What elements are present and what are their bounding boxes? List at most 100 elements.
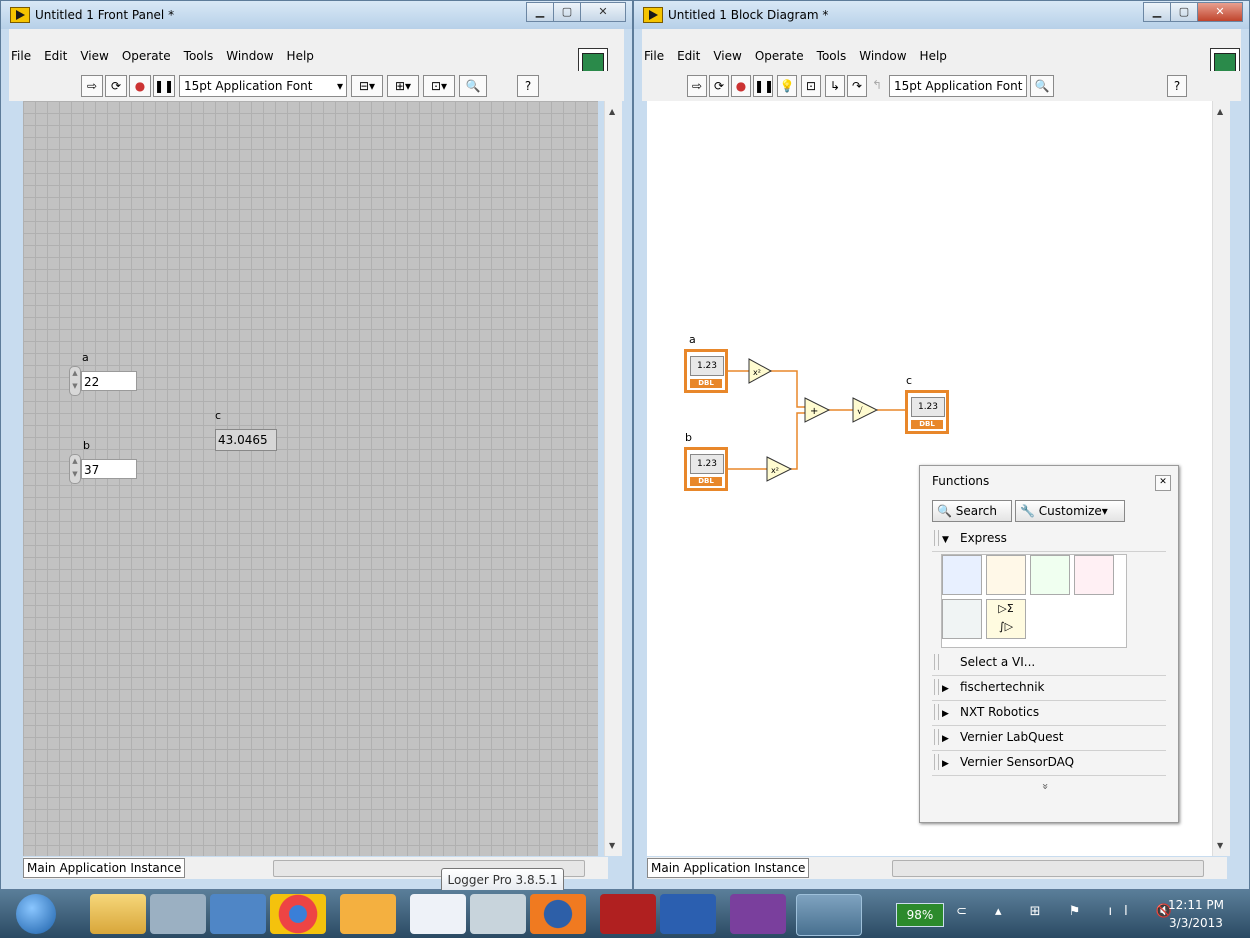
clock[interactable]: 12:11 PM 3/3/2013 (1168, 896, 1224, 932)
signal-manipulation-icon[interactable] (1030, 555, 1070, 595)
font-selector[interactable]: 15pt Application Font (889, 75, 1027, 97)
palette-item-sensordaq[interactable]: ▶ Vernier SensorDAQ (932, 750, 1166, 776)
control-a[interactable]: ▲ ▼ 22 (69, 366, 137, 396)
palette-express[interactable]: ▼ Express (932, 526, 1166, 552)
vertical-scrollbar[interactable]: ▲ ▼ (1212, 101, 1230, 856)
more-icon[interactable]: » (1039, 783, 1052, 790)
menu-window[interactable]: Window (859, 49, 906, 63)
exec-control-icon[interactable] (1074, 555, 1114, 595)
start-button[interactable] (16, 894, 56, 934)
step-into-icon[interactable]: ↳ (825, 75, 845, 97)
add-label: + (810, 406, 818, 417)
menu-view[interactable]: View (713, 49, 741, 63)
resize-objects-icon[interactable]: ⊡▾ (423, 75, 455, 97)
spinner-icon[interactable]: ▲ ▼ (69, 454, 81, 484)
pause-icon[interactable]: ❚❚ (153, 75, 175, 97)
labview-taskbar-icon[interactable] (796, 894, 862, 936)
menu-file[interactable]: File (644, 49, 664, 63)
menu-help[interactable]: Help (920, 49, 947, 63)
abort-icon[interactable]: ● (731, 75, 751, 97)
menu-operate[interactable]: Operate (122, 49, 171, 63)
block-diagram-titlebar[interactable]: Untitled 1 Block Diagram * ▁ ▢ ✕ (634, 1, 1249, 29)
run-arrow-icon[interactable]: ⇨ (81, 75, 103, 97)
customize-button[interactable]: 🔧 Customize▾ (1015, 500, 1125, 522)
close-icon[interactable]: ✕ (1155, 475, 1171, 491)
scroll-up-icon[interactable]: ▲ (1217, 107, 1223, 116)
battery-percent: 98% (906, 908, 934, 922)
palette-item-nxt[interactable]: ▶ NXT Robotics (932, 700, 1166, 726)
chrome-icon[interactable] (270, 894, 326, 934)
sqrt-label: √ (857, 406, 863, 417)
scroll-up-icon[interactable]: ▲ (609, 107, 615, 116)
notepad-icon[interactable] (470, 894, 526, 934)
pause-icon[interactable]: ❚❚ (753, 75, 774, 97)
onenote-icon[interactable] (730, 894, 786, 934)
arithmetic-icon[interactable]: ▷Σ ∫▷ (986, 599, 1026, 639)
step-over-icon[interactable]: ↷ (847, 75, 867, 97)
menu-view[interactable]: View (80, 49, 108, 63)
application-instance[interactable]: Main Application Instance (23, 858, 186, 878)
minimize-button[interactable]: ▁ (1143, 2, 1171, 22)
horizontal-scrollbar[interactable] (892, 860, 1204, 877)
maximize-button[interactable]: ▢ (553, 2, 581, 22)
font-selector[interactable]: 15pt Application Font ▾ (179, 75, 347, 97)
menu-operate[interactable]: Operate (755, 49, 804, 63)
close-button[interactable]: ✕ (1197, 2, 1243, 22)
abort-icon[interactable]: ● (129, 75, 151, 97)
menu-edit[interactable]: Edit (677, 49, 700, 63)
palette-item-labquest[interactable]: ▶ Vernier LabQuest (932, 725, 1166, 751)
filezilla-icon[interactable] (600, 894, 656, 934)
word-icon[interactable] (660, 894, 716, 934)
palette-item-select-vi[interactable]: Select a VI... (932, 650, 1166, 676)
search-button[interactable]: 🔍 Search (932, 500, 1012, 522)
run-continuously-icon[interactable]: ⟳ (105, 75, 127, 97)
menu-tools[interactable]: Tools (184, 49, 214, 63)
retain-wire-values-icon[interactable]: ⊡ (801, 75, 821, 97)
explorer-icon[interactable] (90, 894, 146, 934)
terminal-c[interactable]: 1.23 DBL (905, 390, 949, 434)
terminal-b[interactable]: 1.23 DBL (684, 447, 728, 491)
reorder-icon[interactable]: 🔍 (459, 75, 487, 97)
menu-edit[interactable]: Edit (44, 49, 67, 63)
menu-file[interactable]: File (11, 49, 31, 63)
terminal-a[interactable]: 1.23 DBL (684, 349, 728, 393)
vertical-scrollbar[interactable]: ▲ ▼ (604, 101, 622, 856)
front-panel-canvas[interactable]: a ▲ ▼ 22 b ▲ ▼ 37 c 43.0465 (23, 101, 598, 856)
input-subpalette-icon[interactable] (942, 555, 982, 595)
front-panel-titlebar[interactable]: Untitled 1 Front Panel * ▁ ▢ ✕ (1, 1, 632, 29)
menu-window[interactable]: Window (226, 49, 273, 63)
app2-icon[interactable] (210, 894, 266, 934)
firefox-icon[interactable] (530, 894, 586, 934)
structures-icon[interactable] (942, 599, 982, 639)
help-icon[interactable]: ? (1167, 75, 1187, 97)
app-icon[interactable] (150, 894, 206, 934)
distribute-objects-icon[interactable]: ⊞▾ (387, 75, 419, 97)
maximize-button[interactable]: ▢ (1170, 2, 1198, 22)
menu-tools[interactable]: Tools (817, 49, 847, 63)
statusbar: Main Application Instance (647, 857, 1227, 879)
step-out-icon[interactable]: ↰ (869, 75, 885, 97)
clean-up-icon[interactable]: 🔍 (1030, 75, 1054, 97)
align-objects-icon[interactable]: ⊟▾ (351, 75, 383, 97)
geogebra-icon[interactable] (410, 894, 466, 934)
palette-item-fischertechnik[interactable]: ▶ fischertechnik (932, 675, 1166, 701)
scroll-down-icon[interactable]: ▼ (1217, 841, 1223, 850)
close-button[interactable]: ✕ (580, 2, 626, 22)
application-instance[interactable]: Main Application Instance (647, 858, 810, 878)
control-b-value[interactable]: 37 (81, 459, 137, 479)
spinner-icon[interactable]: ▲ ▼ (69, 366, 81, 396)
control-b[interactable]: ▲ ▼ 37 (69, 454, 137, 484)
outlook-icon[interactable] (340, 894, 396, 934)
control-a-value[interactable]: 22 (81, 371, 137, 391)
menu-help[interactable]: Help (287, 49, 314, 63)
minimize-button[interactable]: ▁ (526, 2, 554, 22)
scroll-down-icon[interactable]: ▼ (609, 841, 615, 850)
run-arrow-icon[interactable]: ⇨ (687, 75, 707, 97)
output-subpalette-icon[interactable] (986, 555, 1026, 595)
functions-palette[interactable]: Functions ✕ 🔍 Search 🔧 Customize▾ ▼ Expre… (919, 465, 1179, 823)
labview-icon (643, 7, 663, 23)
battery-indicator[interactable]: 98% (896, 903, 944, 927)
highlight-execution-icon[interactable]: 💡 (777, 75, 797, 97)
help-icon[interactable]: ? (517, 75, 539, 97)
run-continuously-icon[interactable]: ⟳ (709, 75, 729, 97)
